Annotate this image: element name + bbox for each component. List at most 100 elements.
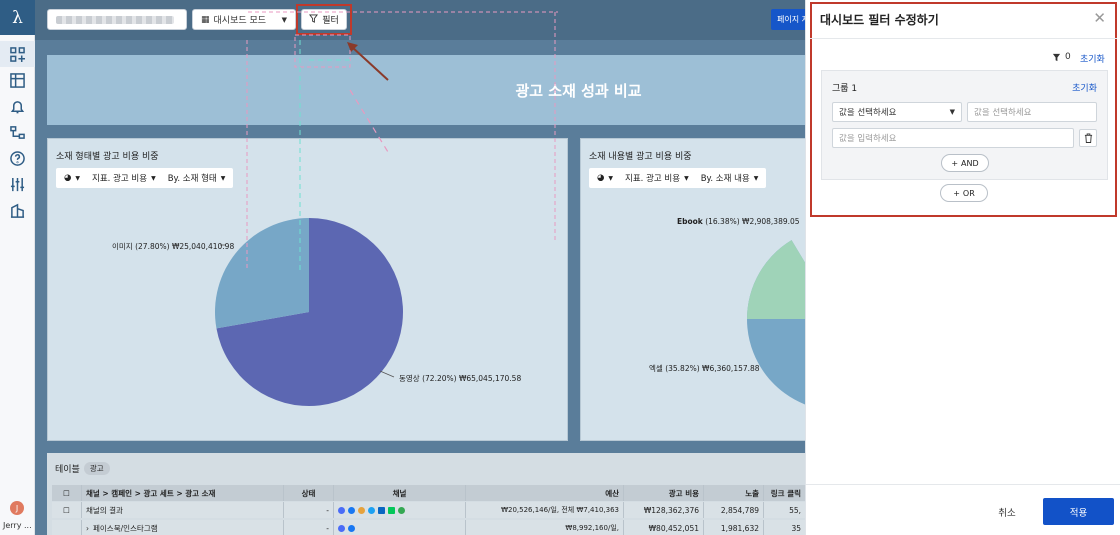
column-header[interactable]: 광고 비용	[624, 485, 704, 501]
row-checkbox[interactable]: ☐	[52, 502, 82, 518]
caret-down-icon: ▼	[281, 15, 287, 24]
dashboard-banner: 광고 소재 성과 비교	[47, 55, 805, 125]
column-header[interactable]: 채널 > 캠페인 > 광고 세트 > 광고 소재	[82, 485, 284, 501]
app-logo[interactable]: λ	[0, 0, 35, 35]
help-icon[interactable]	[0, 145, 35, 171]
row-checkbox[interactable]	[52, 520, 82, 535]
google-ads-icon	[358, 506, 365, 514]
table-header-row: ☐ 채널 > 캠페인 > 광고 세트 > 광고 소재 상태 채널 예산 광고 비…	[52, 485, 805, 501]
bell-icon[interactable]	[0, 93, 35, 119]
settings-sliders-icon[interactable]	[0, 171, 35, 197]
row-clicks: 35	[791, 523, 801, 533]
table-tag[interactable]: 광고	[83, 462, 110, 475]
apply-button[interactable]: 적용	[1043, 498, 1114, 525]
row-cost: ₩80,452,051	[624, 520, 704, 535]
row-budget: ₩20,526,146/일, 전체 ₩7,410,363	[466, 502, 624, 518]
and-label: AND	[961, 158, 979, 168]
filter-count-value: 0	[1065, 52, 1071, 62]
table-title: 테이블	[55, 465, 80, 475]
add-or-button[interactable]: + OR	[940, 184, 988, 202]
pie-chart-content	[747, 240, 805, 405]
facebook-icon	[348, 506, 355, 514]
channel-icons	[334, 520, 466, 535]
pie-label-ebook: Ebook (16.38%) ₩2,908,389.05	[677, 217, 800, 226]
group-reset-button[interactable]: 초기화	[1072, 81, 1097, 94]
column-header[interactable]: 예산	[466, 485, 624, 501]
plus-icon: +	[953, 188, 960, 198]
row-name: 페이스북/인스타그램	[93, 523, 158, 533]
table-row[interactable]: ☐ 채널의 결과 - ₩20,526,146/일, 전체 ₩7,410,363 …	[52, 502, 805, 518]
close-icon[interactable]: ✕	[1093, 9, 1106, 27]
pie-label-pct: (16.38%)	[705, 217, 740, 226]
reset-all-button[interactable]: 초기화	[1080, 52, 1105, 65]
grid-icon: ▦	[201, 14, 210, 25]
pie-label-amount: ₩2,908,389.05	[742, 217, 800, 226]
filter-group: 그룹 1 초기화 값을 선택하세요 ▼ 값을 선택하세요 값을 입력하세요 + A…	[821, 70, 1108, 180]
pie-label-name: Ebook	[677, 217, 703, 226]
delete-condition-button[interactable]	[1079, 129, 1097, 147]
pie-leader-line	[379, 370, 395, 378]
pie-label-excel: 엑셀 (35.82%) ₩6,360,157.88	[649, 363, 760, 374]
dashboard-toolbar: ▦ 대시보드 모드 ▼ 필터 페이지 저	[35, 0, 805, 40]
meta-icon	[338, 524, 345, 532]
pie-label-image: 이미지 (27.80%) ₩25,040,410.98	[112, 241, 234, 252]
column-header[interactable]: 채널	[334, 485, 466, 501]
row-status: -	[284, 520, 334, 535]
drawer-title: 대시보드 필터 수정하기	[820, 13, 939, 27]
pie-chart-format	[215, 218, 403, 406]
filter-icon	[1052, 53, 1061, 61]
row-impressions: 2,854,789	[704, 502, 764, 518]
field-select[interactable]: 값을 선택하세요 ▼	[832, 102, 962, 122]
naver-icon	[388, 506, 395, 514]
row-impressions: 1,981,632	[704, 520, 764, 535]
building-icon[interactable]	[0, 197, 35, 223]
expand-chevron-icon[interactable]: ›	[86, 524, 89, 533]
save-page-button[interactable]: 페이지 저	[771, 9, 805, 30]
pie-label-amount: ₩6,360,157.88	[702, 364, 760, 373]
select-all-checkbox[interactable]: ☐	[52, 485, 82, 501]
pie-label-video: 동영상 (72.20%) ₩65,045,170.58	[399, 373, 521, 384]
dashboard-nav-icon[interactable]	[0, 41, 35, 67]
row-status: -	[284, 502, 334, 518]
twitter-icon	[368, 506, 375, 514]
pie-label-name: 엑셀	[649, 364, 663, 373]
value-select[interactable]: 값을 선택하세요	[967, 102, 1097, 122]
trash-icon	[1084, 133, 1092, 143]
banner-title: 광고 소재 성과 비교	[515, 81, 642, 100]
connection-nav-icon[interactable]	[0, 119, 35, 145]
column-header[interactable]: 노출	[704, 485, 764, 501]
facebook-icon	[348, 524, 355, 532]
pie-label-amount: ₩25,040,410.98	[171, 242, 235, 251]
left-nav-rail: λ J Jerry ...	[0, 0, 35, 535]
pie-label-name: 동영상	[399, 374, 420, 383]
row-name: 채널의 결과	[82, 502, 284, 518]
table-row[interactable]: › 페이스북/인스타그램 - ₩8,992,160/일, ₩80,452,051 …	[52, 520, 805, 535]
user-avatar[interactable]: J	[10, 501, 24, 515]
row-cost: ₩128,362,376	[624, 502, 704, 518]
pie-slice-image[interactable]	[215, 218, 309, 329]
dashboard-mode-select[interactable]: ▦ 대시보드 모드 ▼	[192, 9, 296, 30]
row-budget: ₩8,992,160/일,	[466, 520, 624, 535]
pie-slice-ebook[interactable]	[747, 240, 805, 319]
add-and-button[interactable]: + AND	[941, 154, 989, 172]
table-header: 테이블 광고	[55, 462, 110, 475]
cancel-button[interactable]: 취소	[982, 500, 1032, 524]
dashboard-mode-label: 대시보드 모드	[213, 16, 267, 26]
report-nav-icon[interactable]	[0, 67, 35, 93]
column-header[interactable]: 상태	[284, 485, 334, 501]
meta-icon	[338, 506, 345, 514]
plus-icon: +	[951, 158, 959, 168]
value-input[interactable]: 값을 입력하세요	[832, 128, 1074, 148]
pie-label-pct: (27.80%)	[135, 242, 170, 251]
divider	[810, 38, 1117, 39]
column-header[interactable]: 링크 클릭	[764, 485, 805, 501]
chart-card-content: 소재 내용별 광고 비용 비중 ◕ ▼ 지표. 광고 비용 ▼ By. 소재 내용 ▼…	[580, 138, 805, 441]
redacted-text	[56, 15, 174, 24]
data-table-section: 테이블 광고 ☐ 채널 > 캠페인 > 광고 세트 > 광고 소재 상태 채널 …	[47, 453, 805, 535]
filter-count: 0	[1052, 52, 1071, 62]
pie-label-pct: (35.82%)	[665, 364, 700, 373]
dashboard-name-select[interactable]	[47, 9, 187, 30]
row-clicks: 55,	[789, 505, 801, 515]
or-label: OR	[962, 188, 975, 198]
chart-card-format: 소재 형태별 광고 비용 비중 ◕ ▼ 지표. 광고 비용 ▼ By. 소재 형태 ▼…	[47, 138, 568, 441]
